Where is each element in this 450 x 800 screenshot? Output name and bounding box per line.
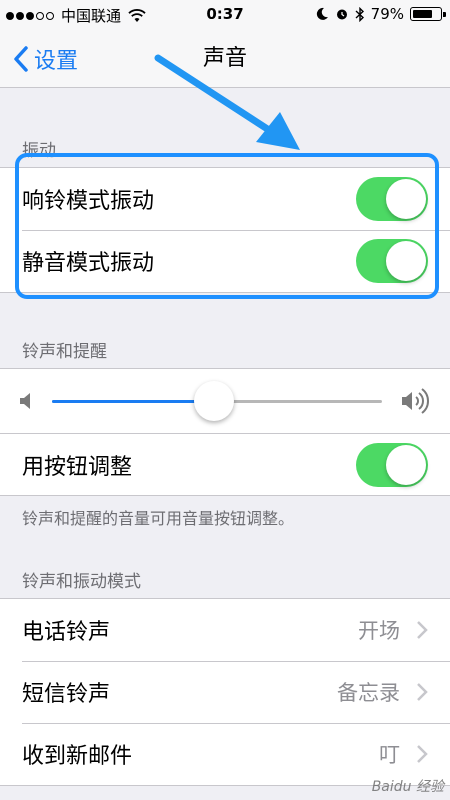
row-value: 开场 — [358, 619, 400, 643]
row-label: 静音模式振动 — [22, 251, 155, 276]
row-value: 叮 — [379, 743, 400, 767]
chevron-right-icon — [417, 683, 428, 701]
row-label: 响铃模式振动 — [22, 189, 155, 214]
chevron-right-icon — [417, 745, 428, 763]
ringer-footer-note: 铃声和提醒的音量可用音量按钮调整。 — [22, 509, 295, 528]
row-label: 用按钮调整 — [22, 454, 133, 480]
row-ringtone[interactable]: 电话铃声 开场 — [0, 599, 450, 661]
change-with-buttons-toggle[interactable] — [356, 442, 428, 487]
status-bar: 中国联通 0:37 79% — [0, 0, 450, 30]
section-header-vibrate: 振动 — [22, 141, 56, 161]
alarm-icon — [336, 9, 347, 20]
section-header-sounds: 铃声和振动模式 — [22, 572, 141, 592]
battery-percent: 79% — [370, 5, 404, 23]
row-label: 短信铃声 — [22, 682, 111, 707]
speaker-low-icon — [20, 393, 30, 409]
slider-fill — [52, 400, 214, 403]
chevron-right-icon — [417, 621, 428, 639]
vibrate-group: 响铃模式振动 静音模式振动 — [0, 167, 450, 293]
row-vibrate-on-silent: 静音模式振动 — [0, 230, 450, 292]
ringer-volume-slider[interactable] — [52, 381, 382, 421]
row-vibrate-on-ring: 响铃模式振动 — [0, 168, 450, 230]
moon-icon — [316, 7, 328, 20]
settings-sounds-screen: 中国联通 0:37 79% 设置 声音 振动 响铃模式振动 静音模式振动 铃声和… — [0, 0, 450, 800]
vibrate-on-ring-toggle[interactable] — [356, 177, 428, 221]
ringer-group: 用按钮调整 — [0, 368, 450, 496]
row-label: 电话铃声 — [22, 620, 111, 645]
sounds-group: 电话铃声 开场 短信铃声 备忘录 收到新邮件 叮 — [0, 598, 450, 786]
row-change-with-buttons: 用按钮调整 — [0, 433, 450, 495]
vibrate-on-silent-toggle[interactable] — [356, 239, 428, 283]
battery-icon — [410, 7, 446, 21]
row-text-tone[interactable]: 短信铃声 备忘录 — [0, 661, 450, 723]
status-right: 79% — [315, 5, 446, 23]
row-value: 备忘录 — [337, 681, 400, 705]
bluetooth-icon — [355, 6, 364, 22]
page-title: 声音 — [202, 46, 247, 71]
speaker-high-icon — [402, 388, 429, 414]
slider-thumb[interactable] — [193, 381, 234, 421]
watermark: Baidu 经验 — [371, 779, 444, 795]
ringer-volume-row — [0, 369, 450, 433]
section-header-ringer: 铃声和提醒 — [22, 342, 107, 362]
navigation-bar: 设置 声音 — [0, 30, 450, 88]
row-label: 收到新邮件 — [22, 744, 133, 769]
